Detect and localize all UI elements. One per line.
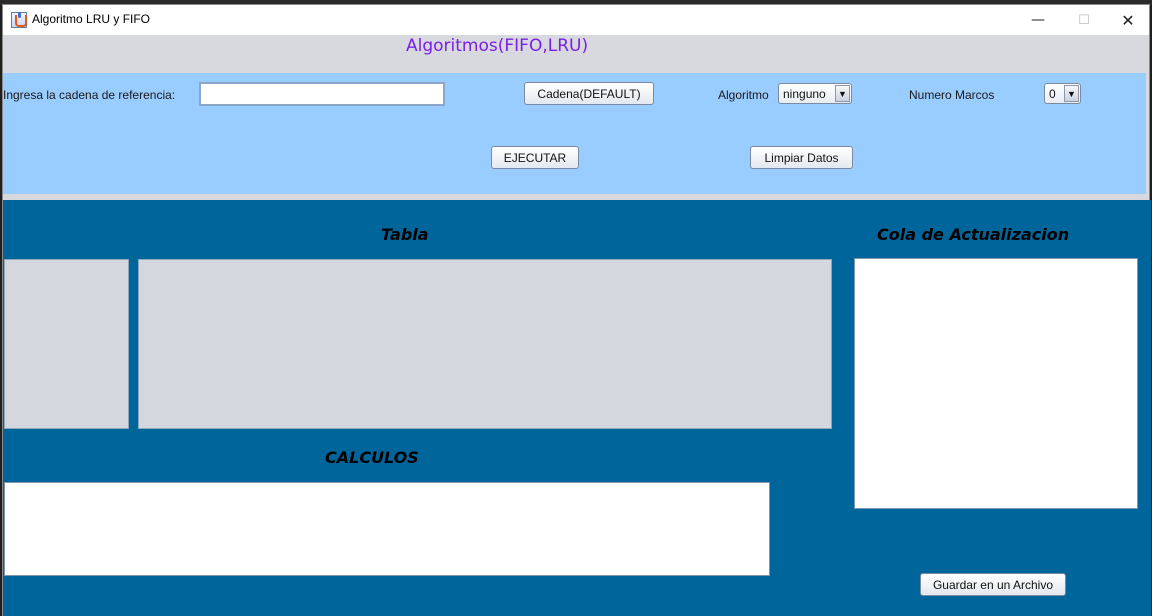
title-bar[interactable]: Algoritmo LRU y FIFO — ☐ ✕ [3, 5, 1149, 35]
save-to-file-button[interactable]: Guardar en un Archivo [920, 573, 1066, 596]
frames-select-value: 0 [1049, 86, 1056, 101]
close-button[interactable]: ✕ [1105, 5, 1151, 35]
default-string-button[interactable]: Cadena(DEFAULT) [524, 82, 654, 105]
calculations-title: CALCULOS [325, 448, 419, 467]
table-title: Tabla [381, 225, 429, 244]
table-row-headers [4, 259, 129, 429]
chevron-down-icon[interactable]: ▼ [835, 85, 850, 102]
results-panel: Tabla Cola de Actualizacion CALCULOS Gua… [3, 200, 1151, 616]
execute-button[interactable]: EJECUTAR [491, 146, 579, 169]
update-queue-title: Cola de Actualizacion [877, 225, 1070, 244]
algorithm-select[interactable]: ninguno ▼ [778, 83, 852, 104]
update-queue-area[interactable] [854, 258, 1138, 509]
algorithm-select-value: ninguno [783, 86, 826, 101]
calculations-area[interactable] [4, 482, 770, 576]
minimize-button[interactable]: — [1015, 5, 1061, 35]
input-panel: Ingresa la cadena de referencia: Cadena(… [3, 73, 1146, 194]
reference-string-label: Ingresa la cadena de referencia: [3, 88, 176, 102]
java-cup-icon [11, 12, 27, 28]
clear-data-button[interactable]: Limpiar Datos [750, 146, 853, 169]
page-heading: Algoritmos(FIFO,LRU) [406, 36, 589, 56]
app-window: Algoritmo LRU y FIFO — ☐ ✕ Algoritmos(FI… [2, 4, 1151, 616]
maximize-button[interactable]: ☐ [1061, 5, 1107, 35]
window-title: Algoritmo LRU y FIFO [32, 12, 151, 26]
frames-select[interactable]: 0 ▼ [1044, 83, 1081, 104]
frames-label: Numero Marcos [909, 88, 995, 102]
frames-table [138, 259, 832, 429]
reference-string-input[interactable] [199, 82, 445, 106]
chevron-down-icon[interactable]: ▼ [1064, 85, 1079, 102]
algorithm-label: Algoritmo [718, 88, 769, 102]
